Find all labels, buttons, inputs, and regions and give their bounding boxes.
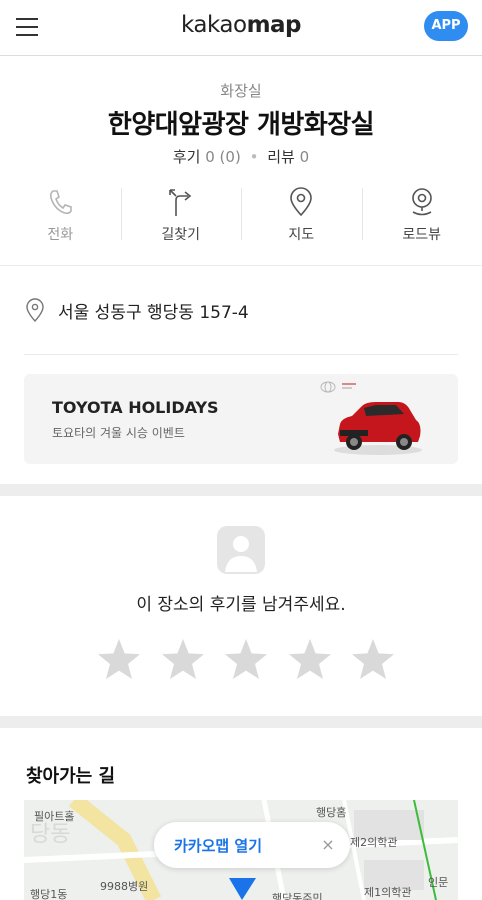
map-label: 행당1동 — [30, 888, 68, 900]
review-count: 0 (0) — [205, 148, 241, 166]
directions-button[interactable]: 길찾기 — [120, 180, 242, 262]
map-label: 행당동주민 — [272, 892, 323, 900]
review-prompt-text: 이 장소의 후기를 남겨주세요. — [136, 595, 346, 615]
location-pin-icon — [26, 298, 44, 323]
map-label: 9988병원 — [100, 880, 149, 893]
divider — [24, 354, 458, 355]
map-label: 필아트홀 — [34, 810, 75, 823]
review-label: 후기 — [172, 148, 201, 166]
phone-icon — [0, 186, 121, 220]
section-divider — [0, 716, 482, 728]
divider — [0, 265, 482, 266]
ad-subtitle: 토요타의 겨울 시승 이벤트 — [52, 426, 185, 440]
map-label: 제1의학관 — [364, 886, 412, 899]
rating-count: 0 — [299, 148, 310, 166]
place-name: 한양대앞광장 개방화장실 — [107, 110, 375, 140]
map-preview[interactable]: 당동 필아트홀 행당홈 제2의학관 9988병원 행당1동 제1의학관 인문 행… — [24, 800, 458, 900]
call-button[interactable]: 전화 — [0, 180, 121, 262]
review-summary[interactable]: 후기 0 (0) • 리뷰 0 — [0, 146, 482, 167]
toyota-logo-icon — [320, 381, 356, 393]
place-category: 화장실 — [220, 82, 262, 100]
roadview-button[interactable]: 로드뷰 — [361, 180, 482, 262]
star-1-icon[interactable] — [96, 636, 142, 682]
address-text: 서울 성동구 행당동 157-4 — [58, 302, 249, 323]
map-label: 행당홈 — [316, 806, 347, 819]
open-kakaomap-label: 카카오맵 열기 — [174, 837, 263, 855]
rating-label: 리뷰 — [267, 148, 295, 166]
app-header: kakaomap APP — [0, 0, 482, 56]
ad-title: TOYOTA HOLIDAYS — [52, 398, 219, 417]
map-label: 인문 — [428, 876, 449, 889]
star-3-icon[interactable] — [223, 636, 269, 682]
route-title: 찾아가는 길 — [26, 766, 116, 787]
roadview-label: 로드뷰 — [402, 227, 442, 243]
action-bar: 전화 길찾기 지도 로드뷰 — [0, 180, 482, 262]
app-button[interactable]: APP — [424, 11, 468, 41]
ad-banner[interactable]: TOYOTA HOLIDAYS 토요타의 겨울 시승 이벤트 — [24, 374, 458, 464]
logo-prefix: kakao — [180, 12, 247, 38]
avatar-icon — [217, 526, 265, 574]
star-5-icon[interactable] — [350, 636, 396, 682]
map-button[interactable]: 지도 — [241, 180, 362, 262]
directions-label: 길찾기 — [161, 227, 201, 243]
close-icon[interactable]: × — [314, 831, 342, 859]
open-kakaomap-button[interactable]: 카카오맵 열기 × — [154, 822, 350, 868]
map-label: 지도 — [288, 227, 315, 243]
car-image-icon — [334, 402, 422, 455]
address-row[interactable]: 서울 성동구 행당동 157-4 — [24, 290, 249, 330]
directions-icon — [121, 186, 242, 220]
call-label: 전화 — [47, 227, 74, 243]
kakaomap-logo[interactable]: kakaomap — [0, 12, 482, 38]
map-label: 제2의학관 — [350, 836, 398, 849]
roadview-icon — [362, 186, 482, 220]
star-4-icon[interactable] — [287, 636, 333, 682]
logo-suffix: map — [246, 12, 302, 38]
star-2-icon[interactable] — [160, 636, 206, 682]
map-pin-icon — [241, 186, 362, 220]
separator-dot: • — [249, 148, 259, 166]
section-divider — [0, 484, 482, 496]
star-rating[interactable] — [96, 636, 396, 682]
review-prompt: 이 장소의 후기를 남겨주세요. — [0, 496, 482, 716]
